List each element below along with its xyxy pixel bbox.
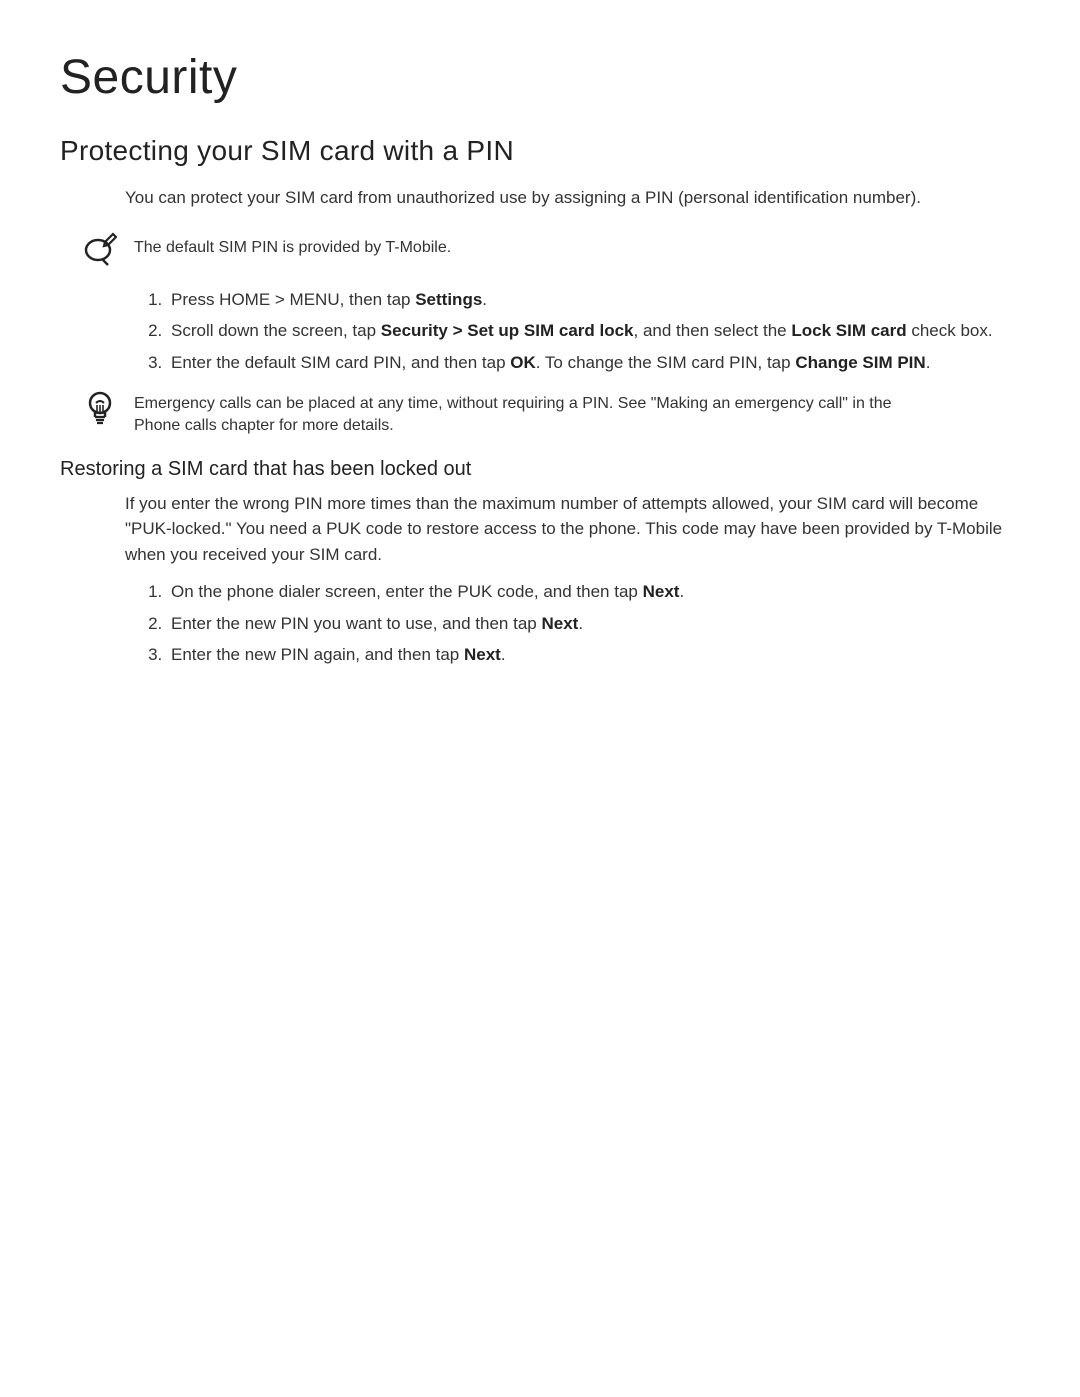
step-text: .	[926, 353, 931, 372]
step-text: Enter the default SIM card PIN, and then…	[171, 353, 510, 372]
step-bold: Next	[643, 582, 680, 601]
section-protecting-sim: Protecting your SIM card with a PIN You …	[60, 135, 1020, 438]
subsection-intro: If you enter the wrong PIN more times th…	[125, 491, 1020, 568]
steps-list-1: Press HOME > MENU, then tap Settings. Sc…	[145, 287, 1020, 376]
page-title: Security	[60, 50, 1020, 105]
step-text: .	[679, 582, 684, 601]
step-bold: OK	[510, 353, 536, 372]
step-item: Enter the default SIM card PIN, and then…	[167, 350, 1020, 376]
step-item: Press HOME > MENU, then tap Settings.	[167, 287, 1020, 313]
step-text: Press HOME > MENU, then tap	[171, 290, 415, 309]
step-text: check box.	[907, 321, 993, 340]
step-text: .	[501, 645, 506, 664]
step-bold: Change SIM PIN	[795, 353, 925, 372]
note-text: The default SIM PIN is provided by T-Mob…	[134, 231, 451, 259]
pen-note-icon	[82, 231, 118, 267]
section-heading: Protecting your SIM card with a PIN	[60, 135, 1020, 167]
step-text: Enter the new PIN again, and then tap	[171, 645, 464, 664]
step-text: On the phone dialer screen, enter the PU…	[171, 582, 643, 601]
step-bold: Lock SIM card	[791, 321, 906, 340]
step-text: Enter the new PIN you want to use, and t…	[171, 614, 541, 633]
subsection-heading: Restoring a SIM card that has been locke…	[60, 458, 1020, 481]
step-item: On the phone dialer screen, enter the PU…	[167, 579, 1020, 605]
step-item: Scroll down the screen, tap Security > S…	[167, 318, 1020, 344]
step-bold: Settings	[415, 290, 482, 309]
tip-text: Emergency calls can be placed at any tim…	[134, 391, 914, 438]
step-bold: Security > Set up SIM card lock	[381, 321, 634, 340]
step-text: .	[482, 290, 487, 309]
steps-list-2: On the phone dialer screen, enter the PU…	[145, 579, 1020, 668]
step-text: . To change the SIM card PIN, tap	[536, 353, 796, 372]
step-item: Enter the new PIN you want to use, and t…	[167, 611, 1020, 637]
lightbulb-icon	[82, 391, 118, 427]
step-text: , and then select the	[634, 321, 792, 340]
step-bold: Next	[541, 614, 578, 633]
tip-row: Emergency calls can be placed at any tim…	[82, 391, 1020, 438]
step-item: Enter the new PIN again, and then tap Ne…	[167, 642, 1020, 668]
step-text: .	[578, 614, 583, 633]
section-intro: You can protect your SIM card from unaut…	[125, 185, 1020, 211]
note-row: The default SIM PIN is provided by T-Mob…	[82, 231, 1020, 267]
section-restoring-sim: Restoring a SIM card that has been locke…	[60, 458, 1020, 668]
step-bold: Next	[464, 645, 501, 664]
step-text: Scroll down the screen, tap	[171, 321, 381, 340]
